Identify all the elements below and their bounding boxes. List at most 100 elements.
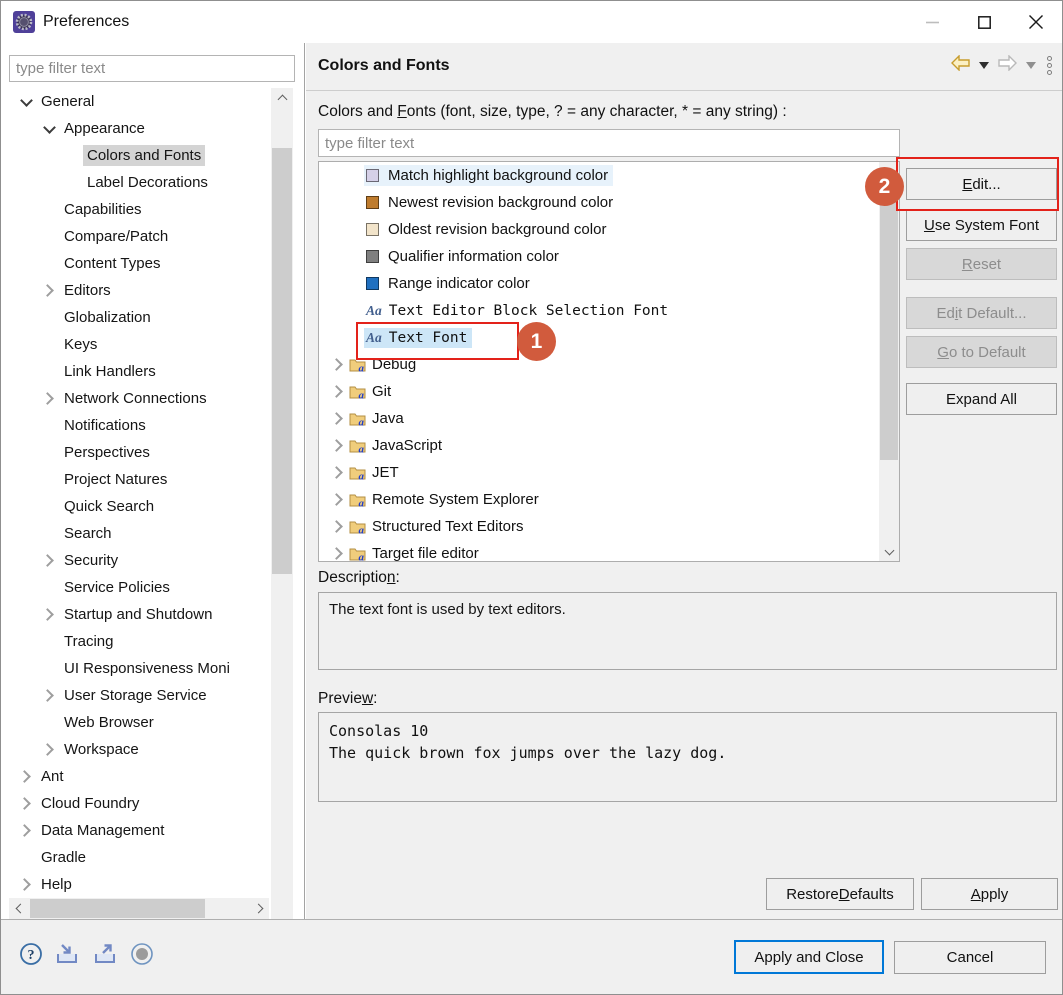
chevron-right-icon[interactable] [15,793,37,815]
list-item-match-highlight-background-color[interactable]: Match highlight background color [319,162,899,189]
sidebar-item-service-policies[interactable]: Service Policies [1,574,271,601]
sidebar-item-web-browser[interactable]: Web Browser [1,709,271,736]
back-history-dropdown-icon[interactable] [979,62,989,69]
sidebar-item-startup-and-shutdown[interactable]: Startup and Shutdown [1,601,271,628]
help-icon[interactable]: ? [19,942,43,971]
list-item-range-indicator-color[interactable]: Range indicator color [319,270,899,297]
sidebar-item-capabilities[interactable]: Capabilities [1,196,271,223]
go-to-default-button[interactable]: Go to Default [906,336,1057,368]
list-item-javascript[interactable]: aJavaScript [319,432,899,459]
sidebar-item-label: User Storage Service [60,685,211,706]
view-menu-dots-icon[interactable] [1045,56,1054,75]
list-item-git[interactable]: aGit [319,378,899,405]
sidebar-item-appearance[interactable]: Appearance [1,115,271,142]
sidebar-item-workspace[interactable]: Workspace [1,736,271,763]
chevron-right-icon[interactable] [38,280,60,302]
sidebar-item-notifications[interactable]: Notifications [1,412,271,439]
chevron-right-icon[interactable] [38,550,60,572]
sidebar-item-cloud-foundry[interactable]: Cloud Foundry [1,790,271,817]
list-item-jet[interactable]: aJET [319,459,899,486]
scroll-right-icon[interactable] [250,898,269,919]
close-button[interactable] [1010,1,1062,43]
chevron-right-icon[interactable] [327,435,349,457]
sidebar-item-user-storage-service[interactable]: User Storage Service [1,682,271,709]
sidebar-item-label-decorations[interactable]: Label Decorations [1,169,271,196]
sidebar-item-link-handlers[interactable]: Link Handlers [1,358,271,385]
scrollbar-thumb[interactable] [30,899,205,918]
chevron-right-icon[interactable] [327,408,349,430]
use-system-font-button[interactable]: Use System Font [906,209,1057,241]
list-filter-input[interactable] [318,129,900,157]
chevron-right-icon[interactable] [38,604,60,626]
sidebar-item-keys[interactable]: Keys [1,331,271,358]
chevron-right-icon[interactable] [327,516,349,538]
scroll-up-icon[interactable] [271,88,293,107]
back-arrow-icon[interactable] [951,55,970,76]
export-icon[interactable] [92,943,119,971]
list-item-java[interactable]: aJava [319,405,899,432]
sidebar-item-help[interactable]: Help [1,871,271,898]
list-item-newest-revision-background-color[interactable]: Newest revision background color [319,189,899,216]
minimize-button[interactable] [906,1,958,43]
sidebar-item-gradle[interactable]: Gradle [1,844,271,871]
restore-defaults-button[interactable]: Restore Defaults [766,878,914,910]
list-item-text-editor-block-selection-font[interactable]: AaText Editor Block Selection Font [319,297,899,324]
list-item-oldest-revision-background-color[interactable]: Oldest revision background color [319,216,899,243]
sidebar-vertical-scrollbar[interactable] [271,88,293,940]
chevron-down-icon[interactable] [38,118,60,140]
maximize-button[interactable] [958,1,1010,43]
sidebar-item-compare-patch[interactable]: Compare/Patch [1,223,271,250]
scroll-left-icon[interactable] [9,898,28,919]
chevron-right-icon[interactable] [15,874,37,896]
sidebar-item-network-connections[interactable]: Network Connections [1,385,271,412]
sidebar-item-project-natures[interactable]: Project Natures [1,466,271,493]
scroll-down-icon[interactable] [879,542,899,561]
record-icon[interactable] [130,942,154,971]
forward-arrow-icon[interactable] [998,55,1017,76]
edit-default-button[interactable]: Edit Default... [906,297,1057,329]
chevron-right-icon[interactable] [15,820,37,842]
sidebar-item-perspectives[interactable]: Perspectives [1,439,271,466]
list-item-structured-text-editors[interactable]: aStructured Text Editors [319,513,899,540]
sidebar-item-security[interactable]: Security [1,547,271,574]
chevron-right-icon[interactable] [327,354,349,376]
sidebar-item-data-management[interactable]: Data Management [1,817,271,844]
cancel-button[interactable]: Cancel [894,941,1046,974]
chevron-right-icon[interactable] [327,543,349,563]
chevron-right-icon[interactable] [38,388,60,410]
scrollbar-thumb[interactable] [272,148,292,574]
sidebar-item-tracing[interactable]: Tracing [1,628,271,655]
chevron-right-icon[interactable] [327,462,349,484]
sidebar-item-content-types[interactable]: Content Types [1,250,271,277]
forward-history-dropdown-icon[interactable] [1026,62,1036,69]
sidebar-item-editors[interactable]: Editors [1,277,271,304]
list-vertical-scrollbar[interactable] [879,162,899,561]
sidebar-item-general[interactable]: General [1,88,271,115]
list-item-target-file-editor[interactable]: aTarget file editor [319,540,899,562]
chevron-right-icon[interactable] [327,489,349,511]
list-item-label: Target file editor [372,545,479,562]
sidebar-item-ui-responsiveness-moni[interactable]: UI Responsiveness Moni [1,655,271,682]
sidebar-filter-input[interactable] [9,55,295,82]
sidebar-item-search[interactable]: Search [1,520,271,547]
chevron-down-icon[interactable] [15,91,37,113]
expand-all-button[interactable]: Expand All [906,383,1057,415]
chevron-right-icon[interactable] [38,739,60,761]
chevron-right-icon[interactable] [327,381,349,403]
apply-button[interactable]: Apply [921,878,1058,910]
sidebar-item-colors-and-fonts[interactable]: Colors and Fonts [1,142,271,169]
list-item-qualifier-information-color[interactable]: Qualifier information color [319,243,899,270]
scrollbar-thumb[interactable] [880,182,898,460]
sidebar-horizontal-scrollbar[interactable] [9,898,269,919]
list-item-remote-system-explorer[interactable]: aRemote System Explorer [319,486,899,513]
apply-and-close-button[interactable]: Apply and Close [734,940,884,974]
sidebar-item-ant[interactable]: Ant [1,763,271,790]
sidebar-item-label: Help [37,874,76,895]
reset-button[interactable]: Reset [906,248,1057,280]
sidebar-item-quick-search[interactable]: Quick Search [1,493,271,520]
sidebar-item-globalization[interactable]: Globalization [1,304,271,331]
preview-text: Consolas 10The quick brown fox jumps ove… [329,720,1046,764]
chevron-right-icon[interactable] [38,685,60,707]
chevron-right-icon[interactable] [15,766,37,788]
import-icon[interactable] [54,943,81,971]
